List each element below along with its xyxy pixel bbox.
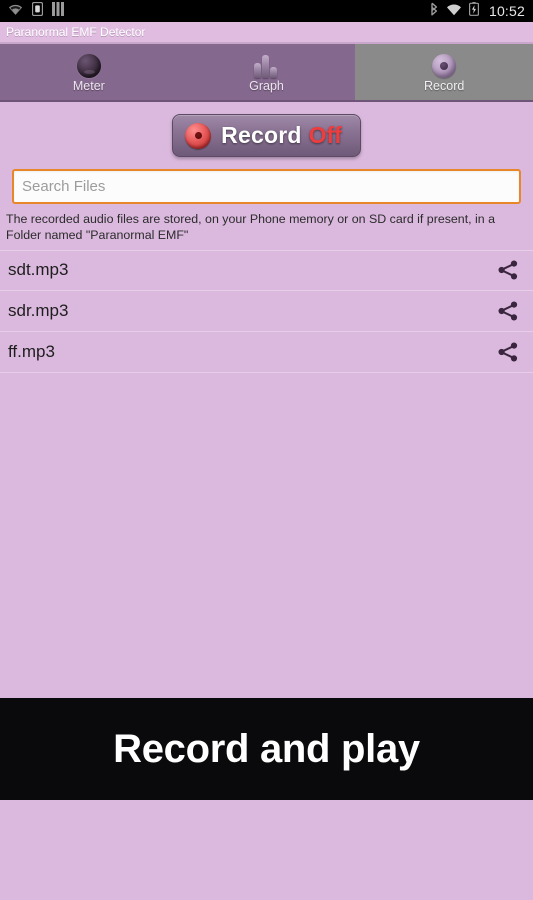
status-bar: 10:52 [0, 0, 533, 22]
share-icon[interactable] [497, 259, 519, 281]
app-title-bar: Paranormal EMF Detector [0, 22, 533, 44]
app-screen: 10:52 Paranormal EMF Detector Meter Grap… [0, 0, 533, 900]
bar-graph-icon [253, 52, 280, 78]
status-bar-right-icons: 10:52 [429, 2, 525, 20]
share-icon[interactable] [497, 341, 519, 363]
file-row[interactable]: sdr.mp3 [0, 291, 533, 332]
bluetooth-icon [429, 2, 439, 20]
record-tab-content: RecordOff The recorded audio files are s… [0, 102, 533, 800]
file-name: sdt.mp3 [8, 260, 69, 280]
tab-meter-label: Meter [72, 78, 105, 93]
wifi-signal-icon [8, 3, 23, 20]
tab-record[interactable]: Record [355, 44, 533, 100]
share-icon[interactable] [497, 300, 519, 322]
app-title: Paranormal EMF Detector [6, 25, 146, 39]
search-container [0, 157, 533, 204]
sphere-meter-icon [76, 52, 101, 78]
bottom-banner: Record and play [0, 698, 533, 800]
tab-record-label: Record [424, 78, 465, 93]
record-button-state: Off [308, 122, 342, 148]
record-button-label: Record [221, 122, 302, 148]
file-row[interactable]: ff.mp3 [0, 332, 533, 373]
storage-hint-text: The recorded audio files are stored, on … [6, 212, 495, 243]
tab-graph-label: Graph [249, 78, 284, 93]
record-eye-icon [432, 52, 457, 78]
sd-storage-icon [52, 2, 64, 20]
tab-bar: Meter Graph Record [0, 44, 533, 102]
search-input[interactable] [12, 169, 521, 204]
record-button-label-group: Record Off [221, 122, 342, 149]
tab-meter[interactable]: Meter [0, 44, 178, 100]
record-button-row: Record Off [0, 102, 533, 157]
tab-graph[interactable]: Graph [177, 44, 356, 100]
file-row[interactable]: sdt.mp3 [0, 249, 533, 291]
wifi-icon [446, 3, 462, 20]
record-dot-icon [185, 122, 212, 149]
recorded-file-list: sdt.mp3 sdr.mp3 ff.mp3 [0, 249, 533, 373]
battery-icon [468, 2, 479, 20]
record-toggle-button[interactable]: Record Off [172, 114, 361, 157]
file-name: sdr.mp3 [8, 300, 69, 320]
status-bar-clock: 10:52 [488, 3, 525, 19]
sim-card-icon [31, 1, 44, 20]
status-bar-left-icons [8, 1, 64, 20]
banner-text: Record and play [113, 726, 420, 771]
file-name: ff.mp3 [8, 341, 55, 361]
